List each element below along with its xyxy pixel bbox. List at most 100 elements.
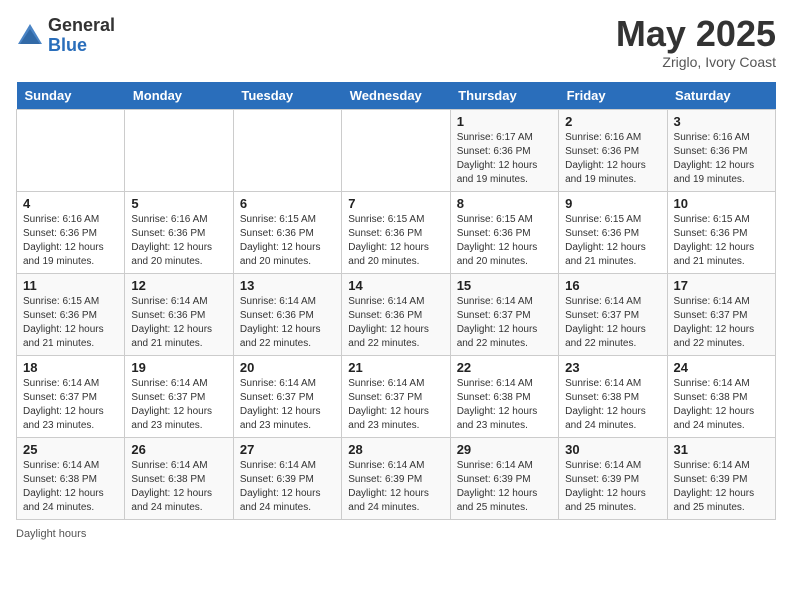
day-detail: Sunrise: 6:14 AM Sunset: 6:38 PM Dayligh… [674, 377, 769, 433]
column-header-tuesday: Tuesday [233, 82, 341, 110]
column-header-thursday: Thursday [450, 82, 558, 110]
day-detail: Sunrise: 6:14 AM Sunset: 6:38 PM Dayligh… [565, 377, 660, 433]
calendar-cell: 15Sunrise: 6:14 AM Sunset: 6:37 PM Dayli… [450, 274, 558, 356]
day-detail: Sunrise: 6:16 AM Sunset: 6:36 PM Dayligh… [131, 213, 226, 269]
calendar-cell: 28 Sunrise: 6:14 AM Sunset: 6:39 PM Dayli… [342, 438, 450, 520]
calendar-cell: 24 Sunrise: 6:14 AM Sunset: 6:38 PM Dayli… [667, 356, 775, 438]
calendar-cell: 17Sunrise: 6:14 AM Sunset: 6:37 PM Dayli… [667, 274, 775, 356]
day-number: 1 [457, 114, 552, 129]
day-number: 19 [131, 360, 226, 375]
day-detail: Sunrise: 6:14 AM Sunset: 6:37 PM Dayligh… [240, 377, 335, 433]
day-number: 28 [348, 442, 443, 457]
day-number: 31 [674, 442, 769, 457]
column-header-sunday: Sunday [17, 82, 125, 110]
day-number: 4 [23, 196, 118, 211]
calendar-cell: 31 Sunrise: 6:14 AM Sunset: 6:39 PM Dayli… [667, 438, 775, 520]
day-detail: Sunrise: 6:14 AM Sunset: 6:39 PM Dayligh… [348, 459, 443, 515]
column-header-saturday: Saturday [667, 82, 775, 110]
logo-blue-text: Blue [48, 36, 115, 56]
day-detail: Sunrise: 6:14 AM Sunset: 6:38 PM Dayligh… [457, 377, 552, 433]
day-detail: Sunrise: 6:14 AM Sunset: 6:37 PM Dayligh… [131, 377, 226, 433]
calendar-cell: 19 Sunrise: 6:14 AM Sunset: 6:37 PM Dayli… [125, 356, 233, 438]
calendar-cell: 14Sunrise: 6:14 AM Sunset: 6:36 PM Dayli… [342, 274, 450, 356]
day-detail: Sunrise: 6:16 AM Sunset: 6:36 PM Dayligh… [565, 131, 660, 187]
day-detail: Sunrise: 6:14 AM Sunset: 6:39 PM Dayligh… [240, 459, 335, 515]
day-number: 21 [348, 360, 443, 375]
calendar-cell: 30 Sunrise: 6:14 AM Sunset: 6:39 PM Dayli… [559, 438, 667, 520]
calendar-cell: 6Sunrise: 6:15 AM Sunset: 6:36 PM Daylig… [233, 192, 341, 274]
location-subtitle: Zriglo, Ivory Coast [616, 54, 776, 70]
day-number: 25 [23, 442, 118, 457]
calendar-cell: 18Sunrise: 6:14 AM Sunset: 6:37 PM Dayli… [17, 356, 125, 438]
calendar-week-1: 1Sunrise: 6:17 AM Sunset: 6:36 PM Daylig… [17, 110, 776, 192]
day-detail: Sunrise: 6:14 AM Sunset: 6:36 PM Dayligh… [240, 295, 335, 351]
month-title: May 2025 [616, 16, 776, 52]
calendar-cell [125, 110, 233, 192]
calendar-table: SundayMondayTuesdayWednesdayThursdayFrid… [16, 82, 776, 520]
calendar-cell: 3Sunrise: 6:16 AM Sunset: 6:36 PM Daylig… [667, 110, 775, 192]
calendar-cell: 16Sunrise: 6:14 AM Sunset: 6:37 PM Dayli… [559, 274, 667, 356]
day-detail: Sunrise: 6:14 AM Sunset: 6:38 PM Dayligh… [131, 459, 226, 515]
day-detail: Sunrise: 6:14 AM Sunset: 6:36 PM Dayligh… [348, 295, 443, 351]
calendar-cell: 7 Sunrise: 6:15 AM Sunset: 6:36 PM Daylig… [342, 192, 450, 274]
day-detail: Sunrise: 6:14 AM Sunset: 6:37 PM Dayligh… [348, 377, 443, 433]
day-detail: Sunrise: 6:14 AM Sunset: 6:37 PM Dayligh… [23, 377, 118, 433]
day-detail: Sunrise: 6:15 AM Sunset: 6:36 PM Dayligh… [240, 213, 335, 269]
calendar-cell: 12 Sunrise: 6:14 AM Sunset: 6:36 PM Dayli… [125, 274, 233, 356]
day-detail: Sunrise: 6:14 AM Sunset: 6:36 PM Dayligh… [131, 295, 226, 351]
calendar-cell: 8 Sunrise: 6:15 AM Sunset: 6:36 PM Daylig… [450, 192, 558, 274]
day-number: 10 [674, 196, 769, 211]
footer: Daylight hours [16, 528, 776, 540]
day-number: 12 [131, 278, 226, 293]
page-header: General Blue May 2025 Zriglo, Ivory Coas… [16, 16, 776, 70]
calendar-cell [233, 110, 341, 192]
day-number: 11 [23, 278, 118, 293]
calendar-cell: 27Sunrise: 6:14 AM Sunset: 6:39 PM Dayli… [233, 438, 341, 520]
logo: General Blue [16, 16, 115, 56]
day-detail: Sunrise: 6:15 AM Sunset: 6:36 PM Dayligh… [674, 213, 769, 269]
day-number: 26 [131, 442, 226, 457]
calendar-cell: 1Sunrise: 6:17 AM Sunset: 6:36 PM Daylig… [450, 110, 558, 192]
day-detail: Sunrise: 6:14 AM Sunset: 6:39 PM Dayligh… [674, 459, 769, 515]
day-detail: Sunrise: 6:14 AM Sunset: 6:37 PM Dayligh… [674, 295, 769, 351]
day-detail: Sunrise: 6:15 AM Sunset: 6:36 PM Dayligh… [23, 295, 118, 351]
calendar-cell: 20Sunrise: 6:14 AM Sunset: 6:37 PM Dayli… [233, 356, 341, 438]
calendar-cell: 26 Sunrise: 6:14 AM Sunset: 6:38 PM Dayli… [125, 438, 233, 520]
day-number: 8 [457, 196, 552, 211]
calendar-cell [342, 110, 450, 192]
calendar-week-3: 11 Sunrise: 6:15 AM Sunset: 6:36 PM Dayli… [17, 274, 776, 356]
calendar-cell: 2 Sunrise: 6:16 AM Sunset: 6:36 PM Daylig… [559, 110, 667, 192]
day-detail: Sunrise: 6:14 AM Sunset: 6:39 PM Dayligh… [457, 459, 552, 515]
column-header-wednesday: Wednesday [342, 82, 450, 110]
day-number: 30 [565, 442, 660, 457]
logo-text: General Blue [48, 16, 115, 56]
calendar-cell: 5 Sunrise: 6:16 AM Sunset: 6:36 PM Daylig… [125, 192, 233, 274]
day-number: 13 [240, 278, 335, 293]
calendar-cell: 23Sunrise: 6:14 AM Sunset: 6:38 PM Dayli… [559, 356, 667, 438]
calendar-header-row: SundayMondayTuesdayWednesdayThursdayFrid… [17, 82, 776, 110]
calendar-cell: 13 Sunrise: 6:14 AM Sunset: 6:36 PM Dayli… [233, 274, 341, 356]
daylight-label: Daylight hours [16, 528, 86, 540]
calendar-cell: 9Sunrise: 6:15 AM Sunset: 6:36 PM Daylig… [559, 192, 667, 274]
day-number: 2 [565, 114, 660, 129]
day-detail: Sunrise: 6:14 AM Sunset: 6:39 PM Dayligh… [565, 459, 660, 515]
logo-general-text: General [48, 16, 115, 36]
calendar-week-5: 25 Sunrise: 6:14 AM Sunset: 6:38 PM Dayli… [17, 438, 776, 520]
day-number: 24 [674, 360, 769, 375]
day-detail: Sunrise: 6:14 AM Sunset: 6:38 PM Dayligh… [23, 459, 118, 515]
column-header-monday: Monday [125, 82, 233, 110]
day-detail: Sunrise: 6:15 AM Sunset: 6:36 PM Dayligh… [348, 213, 443, 269]
calendar-week-2: 4 Sunrise: 6:16 AM Sunset: 6:36 PM Daylig… [17, 192, 776, 274]
calendar-cell: 21 Sunrise: 6:14 AM Sunset: 6:37 PM Dayli… [342, 356, 450, 438]
day-detail: Sunrise: 6:14 AM Sunset: 6:37 PM Dayligh… [457, 295, 552, 351]
day-number: 22 [457, 360, 552, 375]
day-detail: Sunrise: 6:16 AM Sunset: 6:36 PM Dayligh… [23, 213, 118, 269]
day-number: 5 [131, 196, 226, 211]
day-detail: Sunrise: 6:16 AM Sunset: 6:36 PM Dayligh… [674, 131, 769, 187]
calendar-cell: 10 Sunrise: 6:15 AM Sunset: 6:36 PM Dayli… [667, 192, 775, 274]
day-number: 7 [348, 196, 443, 211]
day-number: 29 [457, 442, 552, 457]
column-header-friday: Friday [559, 82, 667, 110]
logo-icon [16, 22, 44, 50]
day-detail: Sunrise: 6:15 AM Sunset: 6:36 PM Dayligh… [457, 213, 552, 269]
